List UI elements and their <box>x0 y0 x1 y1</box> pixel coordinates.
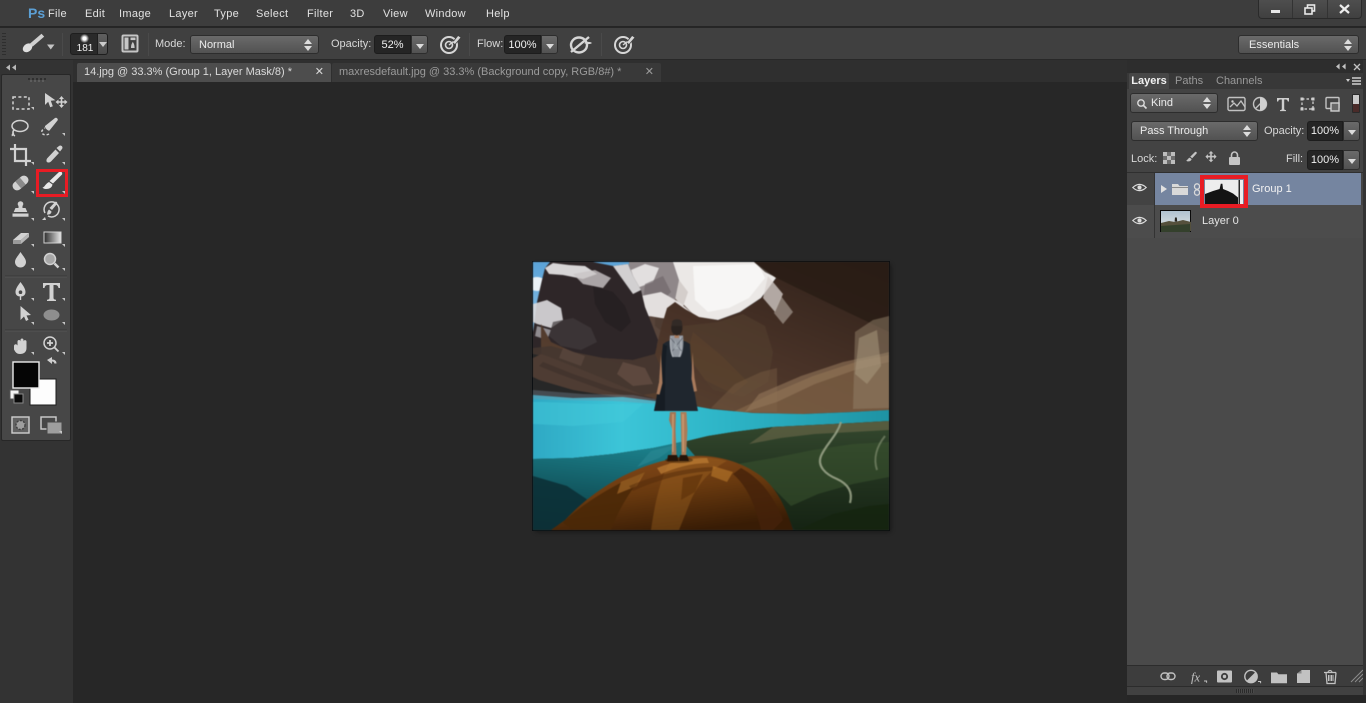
svg-text:fx: fx <box>1191 671 1200 685</box>
